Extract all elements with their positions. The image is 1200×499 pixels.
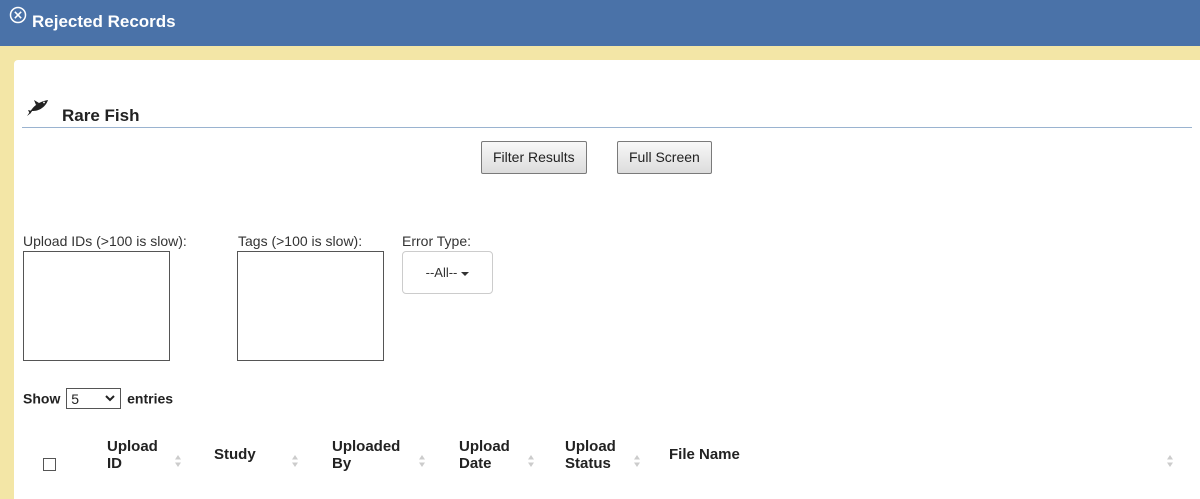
column-header-file-name[interactable]: File Name — [669, 446, 740, 463]
caret-down-icon — [461, 271, 470, 276]
section-header: Rare Fish — [22, 100, 1192, 128]
error-type-dropdown[interactable]: --All-- — [402, 251, 493, 294]
entries-select-value: 5 — [71, 390, 80, 407]
chevron-down-icon — [105, 395, 115, 402]
sort-icon[interactable] — [174, 454, 182, 468]
full-screen-button[interactable]: Full Screen — [617, 141, 712, 174]
section-title: Rare Fish — [62, 106, 140, 125]
error-type-label: Error Type: — [402, 233, 471, 249]
entries-control: Show 5 entries — [23, 388, 173, 409]
rejected-records-panel: Rare Fish Filter Results Full Screen Upl… — [0, 52, 1200, 499]
error-type-value: --All-- — [425, 265, 458, 280]
column-header-study[interactable]: Study — [214, 446, 256, 463]
filter-results-button[interactable]: Filter Results — [481, 141, 587, 174]
select-all-checkbox[interactable] — [43, 458, 56, 471]
sort-icon[interactable] — [527, 454, 535, 468]
sort-icon[interactable] — [1166, 454, 1174, 468]
upload-ids-listbox[interactable] — [23, 251, 170, 361]
sort-icon[interactable] — [633, 454, 641, 468]
column-header-upload-date[interactable]: Upload Date — [459, 438, 510, 472]
sort-icon[interactable] — [291, 454, 299, 468]
table-header: Upload ID Study Uploaded By Upload Date Upl… — [23, 430, 1189, 488]
fish-icon — [27, 100, 48, 116]
column-header-uploaded-by[interactable]: Uploaded By — [332, 438, 400, 472]
panel-content: Rare Fish Filter Results Full Screen Upl… — [14, 60, 1200, 499]
entries-suffix: entries — [127, 390, 174, 407]
tags-label: Tags (>100 is slow): — [238, 233, 363, 249]
column-header-upload-status[interactable]: Upload Status — [565, 438, 616, 472]
sort-icon[interactable] — [418, 454, 426, 468]
tags-listbox[interactable] — [237, 251, 384, 361]
show-label: Show — [23, 390, 61, 407]
window-title: Rejected Records — [32, 12, 176, 31]
column-header-upload-id[interactable]: Upload ID — [107, 438, 158, 472]
close-icon[interactable] — [9, 6, 27, 24]
upload-ids-label: Upload IDs (>100 is slow): — [23, 233, 187, 249]
entries-select[interactable]: 5 — [66, 388, 122, 409]
window-titlebar: Rejected Records — [0, 0, 1200, 52]
